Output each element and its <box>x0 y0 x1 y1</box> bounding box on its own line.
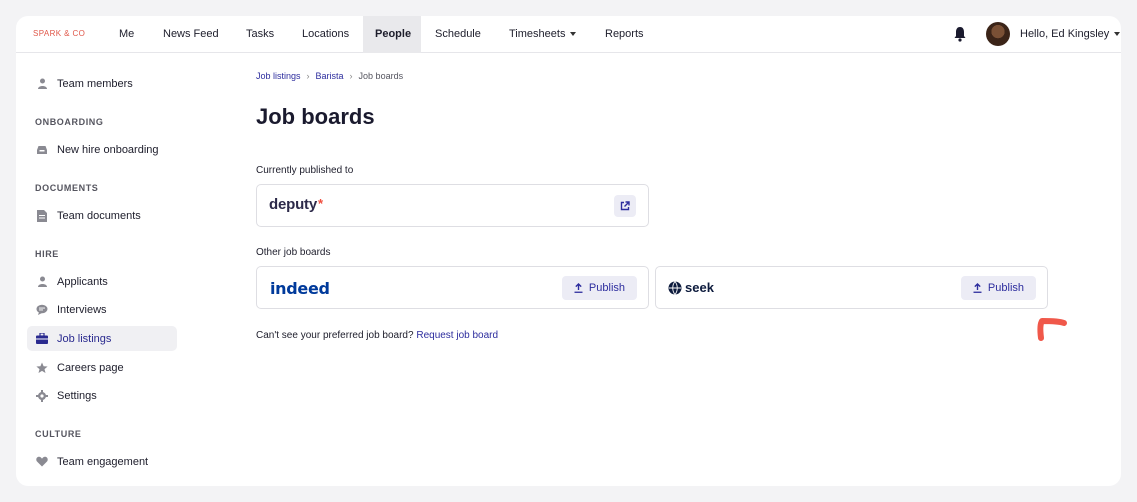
page-title: Job boards <box>256 104 375 129</box>
published-board-card: deputy* <box>256 184 649 227</box>
sidebar-item-label: Settings <box>57 389 97 402</box>
nav-people[interactable]: People <box>363 16 421 53</box>
sidebar-heading-onboarding: ONBOARDING <box>35 117 104 127</box>
asterisk-icon: * <box>317 196 323 211</box>
sidebar-item-applicants[interactable]: Applicants <box>27 269 177 294</box>
request-job-board-link[interactable]: Request job board <box>416 330 498 341</box>
nav-timesheets[interactable]: Timesheets <box>497 16 588 53</box>
chevron-down-icon <box>570 32 577 37</box>
breadcrumb: Job listings › Barista › Job boards <box>256 71 403 81</box>
deputy-logo: deputy* <box>269 196 323 213</box>
request-board-text: Can't see your preferred job board? <box>256 330 414 341</box>
sidebar-heading-culture: CULTURE <box>35 429 82 439</box>
indeed-board-card: indeed Publish <box>256 266 649 309</box>
sidebar-item-label: Careers page <box>57 361 124 374</box>
published-section-label: Currently published to <box>256 165 354 176</box>
briefcase-icon <box>36 333 48 345</box>
seek-globe-icon <box>668 280 682 295</box>
sidebar-item-label: Team documents <box>57 209 141 222</box>
user-menu[interactable]: Hello, Ed Kingsley <box>1020 16 1121 53</box>
nav-locations[interactable]: Locations <box>290 16 361 53</box>
upload-icon <box>574 283 583 293</box>
sidebar-item-label: Applicants <box>57 275 108 288</box>
sidebar-item-team-documents[interactable]: Team documents <box>27 203 177 228</box>
chevron-down-icon <box>1114 32 1121 37</box>
nav-timesheets-label: Timesheets <box>509 28 566 40</box>
brand-logo[interactable]: SPARK & CO <box>33 29 85 38</box>
nav-reports[interactable]: Reports <box>593 16 656 53</box>
top-nav: SPARK & CO Me News Feed Tasks Locations … <box>16 16 1121 53</box>
chevron-right-icon: › <box>306 71 310 81</box>
publish-seek-button[interactable]: Publish <box>960 276 1036 300</box>
request-board-note: Can't see your preferred job board? Requ… <box>256 330 498 341</box>
breadcrumb-barista[interactable]: Barista <box>316 71 344 81</box>
indeed-logo: indeed <box>270 279 330 298</box>
app-window: SPARK & CO Me News Feed Tasks Locations … <box>16 16 1121 486</box>
sidebar-item-label: Team engagement <box>57 455 149 468</box>
sidebar-item-team-engagement[interactable]: Team engagement <box>27 449 177 474</box>
external-link-icon <box>620 201 630 211</box>
inbox-icon <box>36 144 48 156</box>
publish-label: Publish <box>588 282 625 294</box>
star-icon <box>36 362 48 374</box>
sidebar-item-interviews[interactable]: Interviews <box>27 297 177 322</box>
sidebar-item-team-members[interactable]: Team members <box>27 71 177 96</box>
open-external-button[interactable] <box>614 195 636 217</box>
sidebar-heading-hire: HIRE <box>35 249 59 259</box>
sidebar-item-label: Interviews <box>57 303 107 316</box>
sidebar-item-label: New hire onboarding <box>57 143 159 156</box>
nav-tasks[interactable]: Tasks <box>234 16 286 53</box>
nav-me[interactable]: Me <box>107 16 146 53</box>
avatar[interactable] <box>986 22 1010 46</box>
nav-news-feed[interactable]: News Feed <box>151 16 231 53</box>
chevron-right-icon: › <box>349 71 353 81</box>
seek-logo: seek <box>668 280 714 295</box>
document-icon <box>36 209 48 222</box>
sidebar-item-job-listings[interactable]: Job listings <box>27 326 177 351</box>
bell-icon[interactable] <box>953 26 967 42</box>
annotation-mark-icon <box>1037 318 1067 341</box>
user-greeting: Hello, Ed Kingsley <box>1020 28 1110 40</box>
deputy-logo-text: deputy <box>269 196 317 213</box>
breadcrumb-job-listings[interactable]: Job listings <box>256 71 301 81</box>
other-boards-section-label: Other job boards <box>256 247 331 258</box>
seek-board-card: seek Publish <box>655 266 1048 309</box>
sidebar-item-careers-page[interactable]: Careers page <box>27 355 177 380</box>
upload-icon <box>973 283 982 293</box>
sidebar-item-new-hire-onboarding[interactable]: New hire onboarding <box>27 137 177 162</box>
sidebar-item-label: Job listings <box>57 332 112 345</box>
gear-icon <box>36 389 48 402</box>
breadcrumb-current: Job boards <box>358 71 404 81</box>
publish-label: Publish <box>987 282 1024 294</box>
heart-icon <box>36 456 48 468</box>
sidebar-item-label: Team members <box>57 77 133 90</box>
publish-indeed-button[interactable]: Publish <box>561 276 637 300</box>
seek-logo-text: seek <box>685 280 714 295</box>
chat-icon <box>36 304 48 316</box>
person-icon <box>36 276 48 288</box>
person-icon <box>36 78 48 90</box>
nav-schedule[interactable]: Schedule <box>423 16 493 53</box>
sidebar-item-settings[interactable]: Settings <box>27 383 177 408</box>
sidebar-heading-documents: DOCUMENTS <box>35 183 99 193</box>
